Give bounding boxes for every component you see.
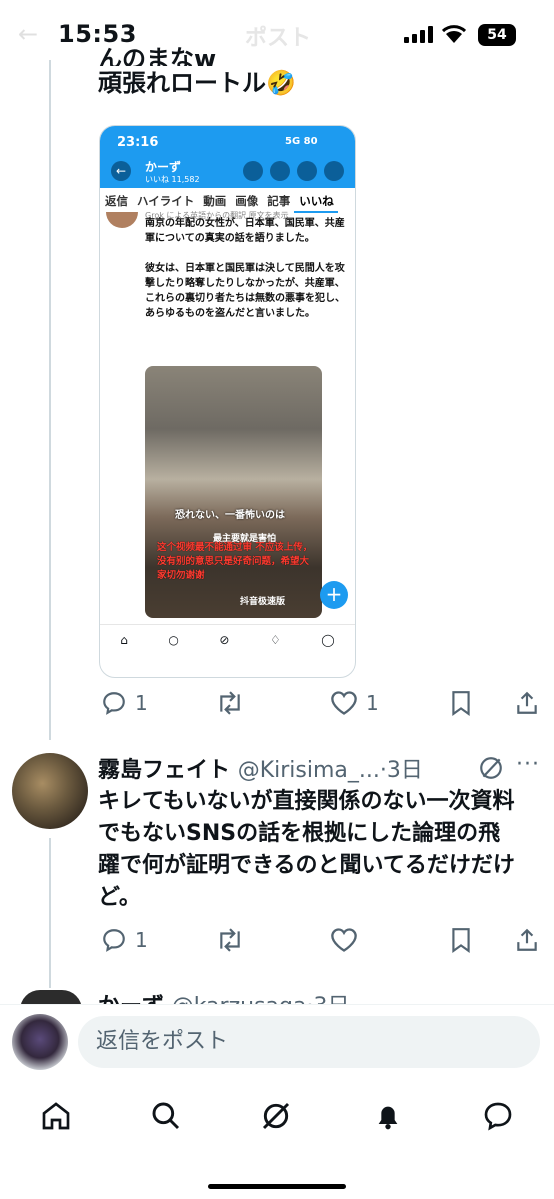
bookmark-button[interactable] <box>450 927 472 953</box>
bookmark-button[interactable] <box>450 690 472 716</box>
repost-icon <box>220 691 240 715</box>
thread-line <box>49 838 51 988</box>
embedded-message-icon: ◯ <box>321 633 335 647</box>
reply-button[interactable]: 1 <box>101 690 148 716</box>
notifications-icon[interactable] <box>372 1100 404 1136</box>
embedded-profile-likes: いいね 11,582 <box>145 175 200 184</box>
post-text-line-cut: んのまなw <box>98 45 217 66</box>
post-text: んのまなw 頑張れロートル🤣 <box>98 45 296 100</box>
like-button[interactable] <box>330 927 358 953</box>
heart-icon <box>331 691 357 715</box>
reply-compose-input[interactable]: 返信をポスト <box>78 1016 540 1068</box>
reply-author-name[interactable]: 霧島フェイト <box>98 758 230 783</box>
search-icon[interactable] <box>150 1100 182 1136</box>
embedded-tab: 返信 <box>105 194 128 208</box>
share-icon <box>517 928 537 951</box>
embedded-home-icon: ⌂ <box>120 633 128 647</box>
reply-header: 霧島フェイト @Kirisima_...·3日 <box>98 752 423 784</box>
reply-time: ·3日 <box>379 758 423 783</box>
reply-text: キレてもいないが直接関係のない一次資料でもないSNSの話を根拠にした論理の飛躍で… <box>98 789 515 910</box>
embedded-grok-icon: ⊘ <box>219 633 230 647</box>
repost-icon <box>220 928 240 952</box>
thread-line <box>49 60 51 740</box>
share-button[interactable] <box>514 927 540 953</box>
bookmark-icon <box>452 691 470 716</box>
home-indicator <box>208 1184 346 1189</box>
embedded-status: 5G 80 <box>285 136 318 147</box>
like-count: 1 <box>366 691 379 715</box>
grok-icon[interactable] <box>478 755 504 785</box>
video-red-text: 这个视频最不能通过审 不应该上传，没有别的意思只是好奇问题，希望大家切勿谢谢 <box>157 542 313 581</box>
embedded-header: 23:16 5G 80 ← かーず いいね 11,582 <box>100 126 355 188</box>
embedded-body-p1: 南京の年配の女性が、日本軍、国民軍、共産軍についての真実の話を語りました。 <box>145 218 345 244</box>
messages-icon[interactable] <box>482 1100 514 1136</box>
back-arrow-icon[interactable]: ← <box>18 20 38 48</box>
share-icon <box>517 691 537 714</box>
my-avatar[interactable] <box>12 1014 68 1070</box>
reply-icon <box>103 692 125 715</box>
video-subtitle-jp: 恐れない、一番怖いのは <box>175 510 285 521</box>
repost-button[interactable] <box>215 927 245 953</box>
post-image[interactable]: 23:16 5G 80 ← かーず いいね 11,582 返信 ハイライト 動画… <box>99 125 356 678</box>
embedded-compose-icon: + <box>320 581 348 609</box>
embedded-bell-icon: ♢ <box>269 633 281 647</box>
more-options-icon[interactable]: ··· <box>516 752 540 777</box>
embedded-search-icon: ○ <box>168 633 179 647</box>
reply-button[interactable]: 1 <box>101 927 148 953</box>
like-button[interactable]: 1 <box>330 690 379 716</box>
reply-count: 1 <box>135 928 148 952</box>
embedded-header-icons <box>243 161 344 181</box>
reply-avatar[interactable] <box>12 753 88 829</box>
cellular-signal-icon <box>404 26 433 43</box>
embedded-time: 23:16 <box>117 135 159 150</box>
embedded-body: 南京の年配の女性が、日本軍、国民軍、共産軍についての真実の話を語りました。 彼女… <box>145 216 350 321</box>
grok-icon[interactable] <box>260 1100 292 1136</box>
reply-count: 1 <box>135 691 148 715</box>
video-watermark: 抖音极速版 <box>240 597 286 607</box>
embedded-video: 恐れない、一番怖いのは 最主要就是害怕 这个视频最不能通过审 不应该上传，没有别… <box>145 366 322 618</box>
heart-icon <box>331 928 357 952</box>
reply-icon <box>103 929 125 952</box>
reply-author-handle[interactable]: @Kirisima_... <box>238 758 380 783</box>
battery-indicator: 54 <box>478 24 516 46</box>
embedded-body-p2: 彼女は、日本軍と国民軍は決して民間人を攻撃したり略奪したりしなかったが、共産軍、… <box>145 263 345 319</box>
embedded-profile-name: かーず <box>145 160 182 174</box>
wifi-icon <box>441 24 467 48</box>
embedded-tab-active: いいね <box>294 189 338 213</box>
repost-button[interactable] <box>215 690 245 716</box>
embedded-back-icon: ← <box>111 161 131 181</box>
home-icon[interactable] <box>40 1100 72 1136</box>
post-text-line: 頑張れロートル🤣 <box>98 69 296 97</box>
embedded-bottom-nav: ⌂ ○ ⊘ ♢ ◯ <box>100 624 355 655</box>
share-button[interactable] <box>514 690 540 716</box>
bookmark-icon <box>452 928 470 953</box>
embedded-avatar <box>106 212 138 228</box>
